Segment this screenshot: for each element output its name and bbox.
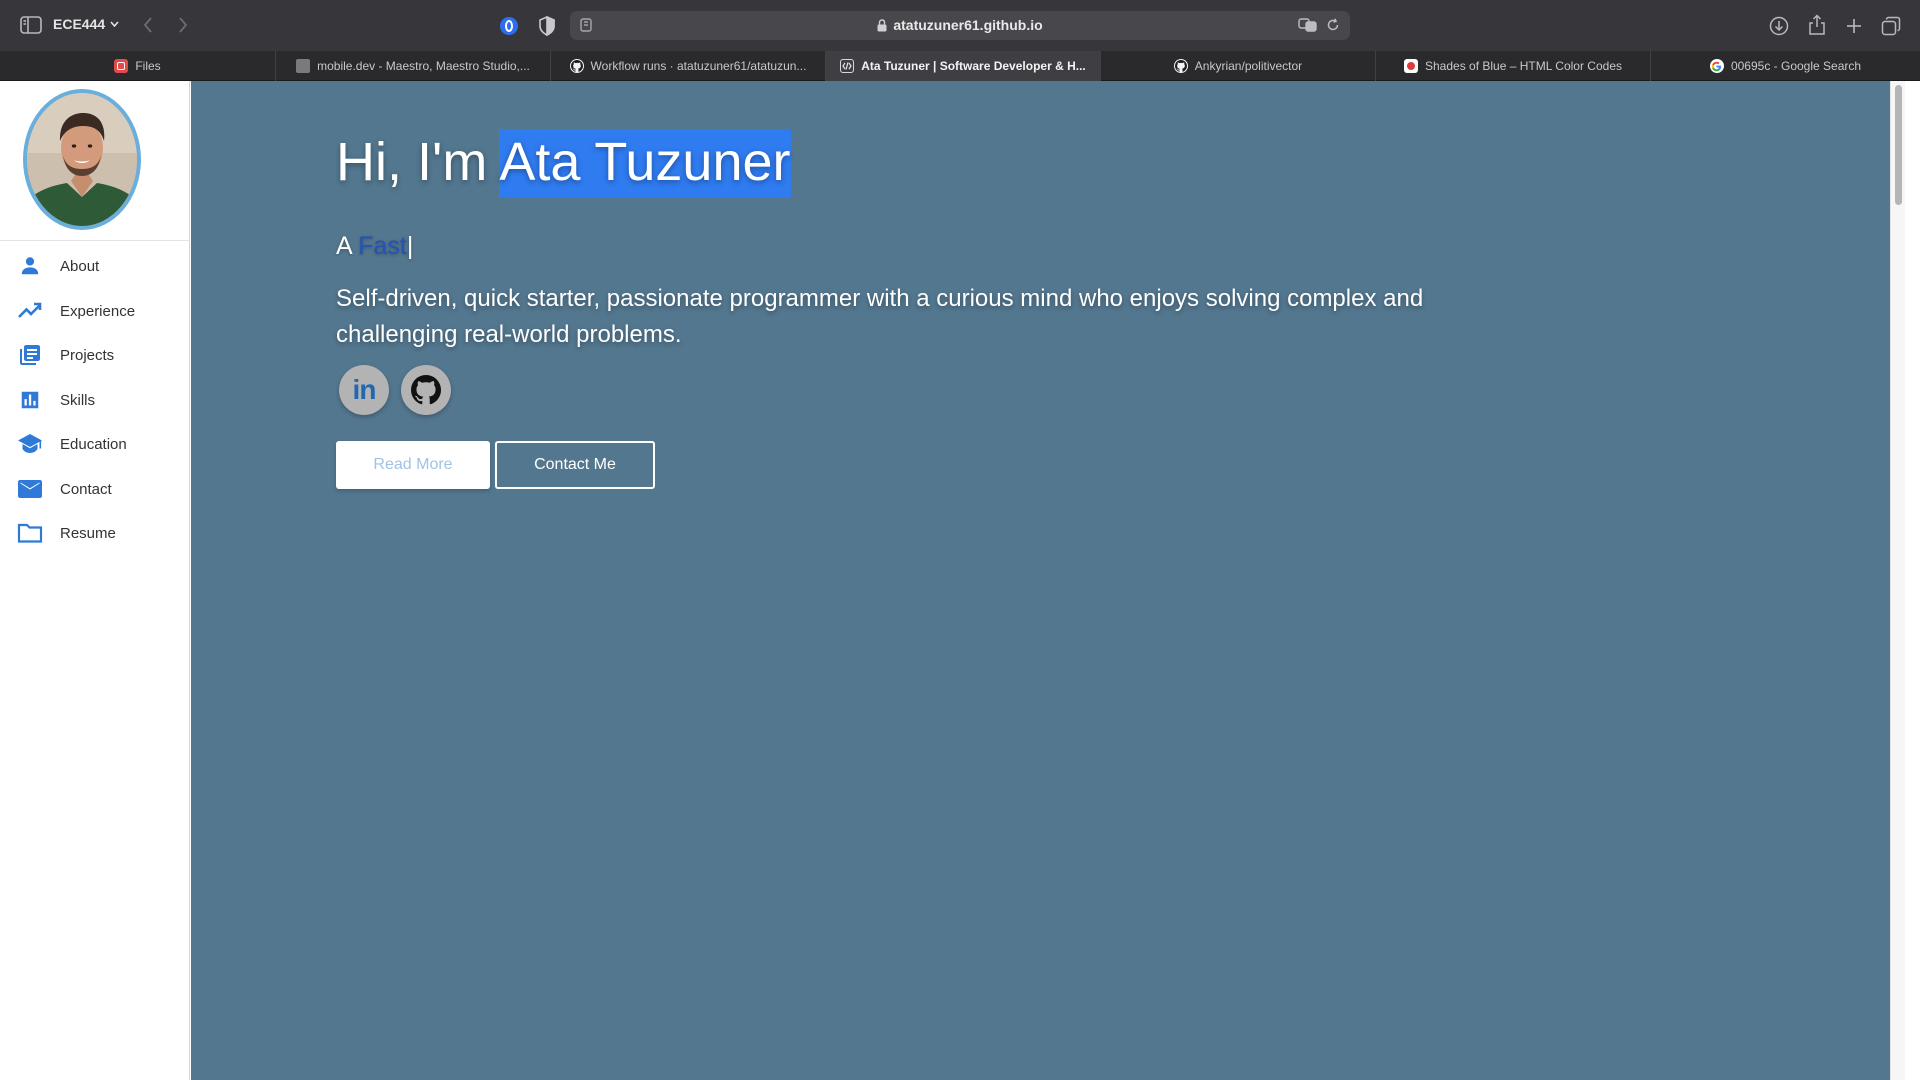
linkedin-link[interactable]: in <box>339 365 389 415</box>
contact-me-button[interactable]: Contact Me <box>495 441 655 489</box>
side-navigation: About Experience Projects Skills Educati… <box>0 81 190 1080</box>
forward-button[interactable] <box>172 13 194 37</box>
trending-up-icon <box>16 297 44 325</box>
files-favicon <box>114 59 129 73</box>
tab-shades-of-blue[interactable]: Shades of Blue – HTML Color Codes <box>1375 51 1650 81</box>
plus-icon[interactable] <box>1841 13 1867 39</box>
nav-item-education[interactable]: Education <box>0 424 190 464</box>
tab-label: Ankyrian/politivector <box>1194 59 1303 73</box>
graduation-cap-icon <box>16 430 44 458</box>
linkedin-icon: in <box>352 374 377 405</box>
typing-caret: | <box>406 232 414 260</box>
github-favicon <box>569 59 584 73</box>
bar-chart-icon <box>16 386 44 414</box>
translate-icon[interactable] <box>1298 17 1318 34</box>
tab-label: Ata Tuzuner | Software Developer & H... <box>861 59 1086 73</box>
hero-section: Hi, I'm Ata Tuzuner A Fast| Self-driven,… <box>191 81 1905 1080</box>
tab-label: Shades of Blue – HTML Color Codes <box>1425 59 1622 73</box>
folder-icon <box>16 519 44 547</box>
person-icon <box>16 252 44 280</box>
chevron-right-icon <box>179 17 188 33</box>
tab-mobile-dev[interactable]: mobile.dev - Maestro, Maestro Studio,... <box>275 51 550 81</box>
tab-label: 00695c - Google Search <box>1730 59 1862 73</box>
tab-group-selector[interactable]: ECE444 <box>53 16 119 32</box>
nav-label: Projects <box>60 346 115 364</box>
github-favicon <box>1173 59 1188 73</box>
nav-label: Education <box>60 435 127 453</box>
reload-icon[interactable] <box>1326 18 1340 33</box>
greeting-prefix: Hi, I'm <box>336 132 500 192</box>
tab-label: Workflow runs · atatuzuner61/atatuzun... <box>590 59 807 73</box>
github-icon <box>411 375 441 405</box>
sidebar-toggle-icon[interactable] <box>18 13 44 37</box>
lock-icon <box>877 18 887 31</box>
google-favicon <box>1709 59 1724 73</box>
profile-avatar <box>23 89 141 230</box>
tab-group-name: ECE444 <box>53 16 106 32</box>
nav-label: Contact <box>60 480 112 498</box>
downloads-icon[interactable] <box>1766 13 1792 39</box>
tab-politivector[interactable]: Ankyrian/politivector <box>1100 51 1375 81</box>
tab-files[interactable]: Files <box>0 51 275 81</box>
nav-item-projects[interactable]: Projects <box>0 335 190 375</box>
library-books-icon <box>16 341 44 369</box>
shield-icon[interactable] <box>534 13 560 39</box>
nav-label: Skills <box>60 391 96 409</box>
tab-ata-tuzuner[interactable]: Ata Tuzuner | Software Developer & H... <box>825 51 1100 81</box>
code-favicon <box>840 59 855 73</box>
extension-blue-icon[interactable] <box>496 13 522 39</box>
tab-overview-icon[interactable] <box>1878 13 1904 39</box>
nav-label: About <box>60 257 100 275</box>
tab-bar: Files mobile.dev - Maestro, Maestro Stud… <box>0 51 1920 81</box>
nav-label: Experience <box>60 302 136 320</box>
read-more-button[interactable]: Read More <box>336 441 490 489</box>
nav-item-resume[interactable]: Resume <box>0 513 190 553</box>
share-icon[interactable] <box>1804 12 1830 38</box>
email-icon <box>16 475 44 503</box>
hero-heading: Hi, I'm Ata Tuzuner <box>336 129 791 198</box>
nav-item-about[interactable]: About <box>0 246 190 286</box>
typed-prefix: A <box>336 232 359 260</box>
scrollbar-thumb[interactable] <box>1895 85 1902 205</box>
typed-word: Fast <box>358 232 407 260</box>
github-link[interactable] <box>401 365 451 415</box>
hero-name: Ata Tuzuner <box>499 129 791 198</box>
nav-item-experience[interactable]: Experience <box>0 291 190 331</box>
back-button[interactable] <box>137 13 159 37</box>
nav-item-contact[interactable]: Contact <box>0 469 190 509</box>
page-scrollbar[interactable] <box>1890 81 1905 1080</box>
tab-label: Files <box>135 59 161 73</box>
typed-subtitle: A Fast| <box>336 232 413 261</box>
browser-toolbar: ECE444 atatuzuner61.github.io <box>0 0 1920 51</box>
tab-label: mobile.dev - Maestro, Maestro Studio,... <box>317 59 530 73</box>
hero-tagline: Self-driven, quick starter, passionate p… <box>336 285 1424 348</box>
tab-google-search[interactable]: 00695c - Google Search <box>1650 51 1920 81</box>
chevron-left-icon <box>143 17 152 33</box>
mobile-dev-favicon <box>296 59 311 73</box>
color-codes-favicon <box>1404 59 1418 73</box>
chevron-down-icon <box>110 21 119 27</box>
nav-label: Resume <box>60 524 116 542</box>
webpage: About Experience Projects Skills Educati… <box>0 81 1920 1080</box>
url-text: atatuzuner61.github.io <box>893 17 1043 33</box>
nav-item-skills[interactable]: Skills <box>0 380 190 420</box>
tab-workflow-runs[interactable]: Workflow runs · atatuzuner61/atatuzun... <box>550 51 825 81</box>
address-bar[interactable]: atatuzuner61.github.io <box>570 11 1350 40</box>
nav-divider <box>0 240 190 241</box>
